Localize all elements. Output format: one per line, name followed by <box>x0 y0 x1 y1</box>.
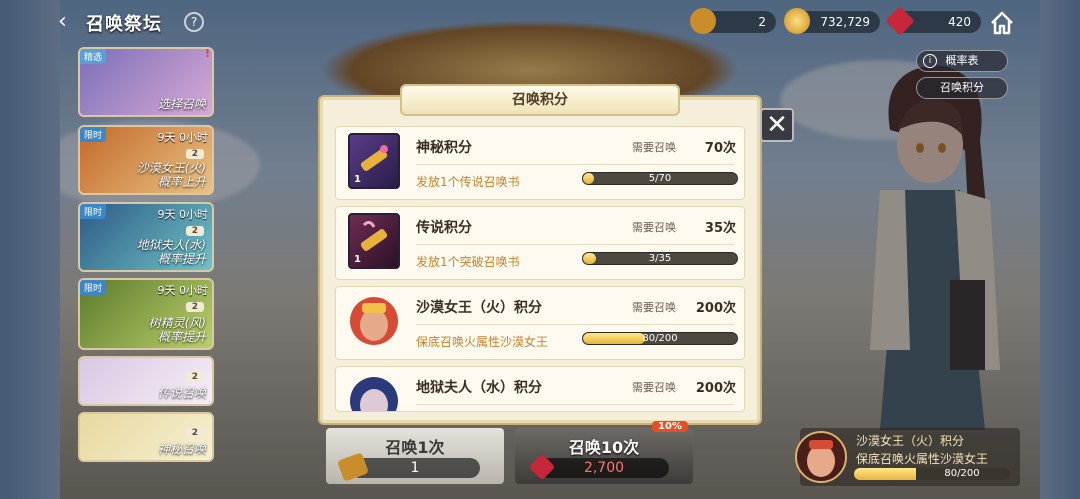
points-button[interactable]: 召唤积分 <box>916 77 1008 99</box>
card-name: 地狱夫人（水）积分 <box>416 380 542 396</box>
tracker-reward: 保底召唤火属性沙漠女王 <box>856 452 989 466</box>
question-icon[interactable]: ? <box>184 12 204 32</box>
progress-text: 5/70 <box>648 173 672 184</box>
banner-hell-lady[interactable]: 限时 9天 0小时 2 地狱夫人(水) 概率提升 <box>78 202 214 272</box>
banner-label: 沙漠女王(火) 概率上升 <box>136 161 206 189</box>
need-times: 200次 <box>695 381 736 396</box>
banner-tag: 精选 <box>80 49 107 64</box>
banner-badge: 2 <box>185 302 204 312</box>
points-label: 召唤积分 <box>940 81 984 94</box>
cost-value: 1 <box>410 460 420 476</box>
banner-timer: 9天 0小时 <box>157 131 209 144</box>
rates-label: 概率表 <box>945 54 979 67</box>
need-label: 需要召唤 <box>632 141 676 154</box>
page-title: 召唤祭坛 <box>86 14 162 35</box>
card-reward: 保底召唤火属性沙漠女王 <box>416 335 549 349</box>
legend-scroll-icon: 1 <box>348 213 400 269</box>
resource-value: 420 <box>948 15 971 29</box>
divider <box>416 324 734 325</box>
alert-icon: ! <box>204 47 210 60</box>
points-card-hell-lady: 地狱夫人（水）积分 需要召唤 200次 <box>335 366 745 412</box>
banner-desert-queen[interactable]: 限时 9天 0小时 2 沙漠女王(火) 概率上升 <box>78 125 214 195</box>
resource-gold[interactable]: 732,729 <box>784 8 880 34</box>
banner-legend-summon[interactable]: 2 传说召唤 <box>78 356 214 406</box>
banner-label: 选择召唤 <box>157 97 206 111</box>
banner-label: 地狱夫人(水) 概率提升 <box>136 238 206 266</box>
gold-coin-icon <box>784 8 810 34</box>
banner-timer: 9天 0小时 <box>157 284 209 297</box>
summon-once-button[interactable]: 召唤1次 1 <box>326 428 504 484</box>
points-tracker[interactable]: 沙漠女王（火）积分 保底召唤火属性沙漠女王 80/200 <box>795 428 1020 486</box>
divider <box>416 244 734 245</box>
banner-mystic-summon[interactable]: 2 神秘召唤 <box>78 412 214 462</box>
need-label: 需要召唤 <box>632 221 676 234</box>
resource-scrolls[interactable]: 2 <box>690 8 776 34</box>
cost-value: 2,700 <box>583 460 625 476</box>
resource-gems[interactable]: 420 <box>885 6 981 36</box>
banner-badge: 2 <box>185 149 204 159</box>
card-reward: 发放1个突破召唤书 <box>416 255 520 269</box>
banner-badge: 2 <box>185 428 204 438</box>
progress-fill <box>854 468 917 480</box>
rates-button[interactable]: i 概率表 <box>916 50 1008 72</box>
item-count: 1 <box>354 174 361 185</box>
banner-tag: 限时 <box>80 127 107 142</box>
home-icon[interactable] <box>988 9 1016 37</box>
card-name: 沙漠女王（火）积分 <box>416 300 542 316</box>
progress-bar: 3/35 <box>582 252 738 265</box>
resource-value: 2 <box>758 15 766 29</box>
banner-label: 神秘召唤 <box>157 442 206 456</box>
progress-bar: 80/200 <box>582 332 738 345</box>
need-times: 35次 <box>704 221 736 236</box>
progress-text: 80/200 <box>944 468 980 479</box>
points-card-legend: 1 传说积分 需要召唤 35次 发放1个突破召唤书 3/35 <box>335 206 745 280</box>
divider <box>416 164 734 165</box>
back-arrow-icon[interactable]: ‹ <box>58 10 82 34</box>
banner-timer: 9天 0小时 <box>157 208 209 221</box>
hell-lady-portrait <box>348 373 400 411</box>
summon-scroll-icon <box>690 8 716 34</box>
banner-tag: 限时 <box>80 280 107 295</box>
desert-queen-portrait <box>794 430 848 484</box>
progress-bar: 80/200 <box>854 468 1010 480</box>
need-times: 200次 <box>695 301 736 316</box>
close-icon[interactable]: ✕ <box>760 108 794 142</box>
mystic-scroll-icon: 1 <box>348 133 400 189</box>
need-label: 需要召唤 <box>632 301 676 314</box>
banner-select-summon[interactable]: 精选 ! 选择召唤 <box>78 47 214 117</box>
progress-text: 3/35 <box>648 253 672 264</box>
resource-value: 732,729 <box>820 15 870 29</box>
banner-badge: 2 <box>185 372 204 382</box>
dialog-title: 召唤积分 <box>400 84 680 116</box>
card-reward: 发放1个传说召唤书 <box>416 175 520 189</box>
need-times: 70次 <box>704 141 736 156</box>
points-card-mystic: 1 神秘积分 需要召唤 70次 发放1个传说召唤书 5/70 <box>335 126 745 200</box>
item-count: 1 <box>354 254 361 265</box>
banner-badge: 2 <box>185 226 204 236</box>
discount-badge: 10% <box>652 421 688 432</box>
banner-tree-spirit[interactable]: 限时 9天 0小时 2 树精灵(风) 概率提升 <box>78 278 214 350</box>
card-name: 神秘积分 <box>416 140 472 156</box>
divider <box>416 404 734 405</box>
tracker-name: 沙漠女王（火）积分 <box>856 434 965 448</box>
top-bar: ‹ 召唤祭坛 ? 2 732,729 420 <box>0 0 1080 46</box>
need-label: 需要召唤 <box>632 381 676 394</box>
banner-tag: 限时 <box>80 204 107 219</box>
summon-once-cost: 1 <box>337 452 480 482</box>
progress-bar: 5/70 <box>582 172 738 185</box>
banner-label: 树精灵(风) 概率提升 <box>148 316 206 344</box>
progress-text: 80/200 <box>642 333 678 344</box>
card-name: 传说积分 <box>416 220 472 236</box>
red-gem-icon <box>885 6 915 36</box>
points-card-desert-queen: 沙漠女王（火）积分 需要召唤 200次 保底召唤火属性沙漠女王 80/200 <box>335 286 745 360</box>
banner-label: 传说召唤 <box>157 386 206 400</box>
summon-ten-cost: 2,700 <box>528 453 669 481</box>
summon-ten-button[interactable]: 召唤10次 2,700 <box>515 428 693 484</box>
desert-queen-portrait <box>348 293 400 349</box>
info-icon: i <box>923 54 937 68</box>
